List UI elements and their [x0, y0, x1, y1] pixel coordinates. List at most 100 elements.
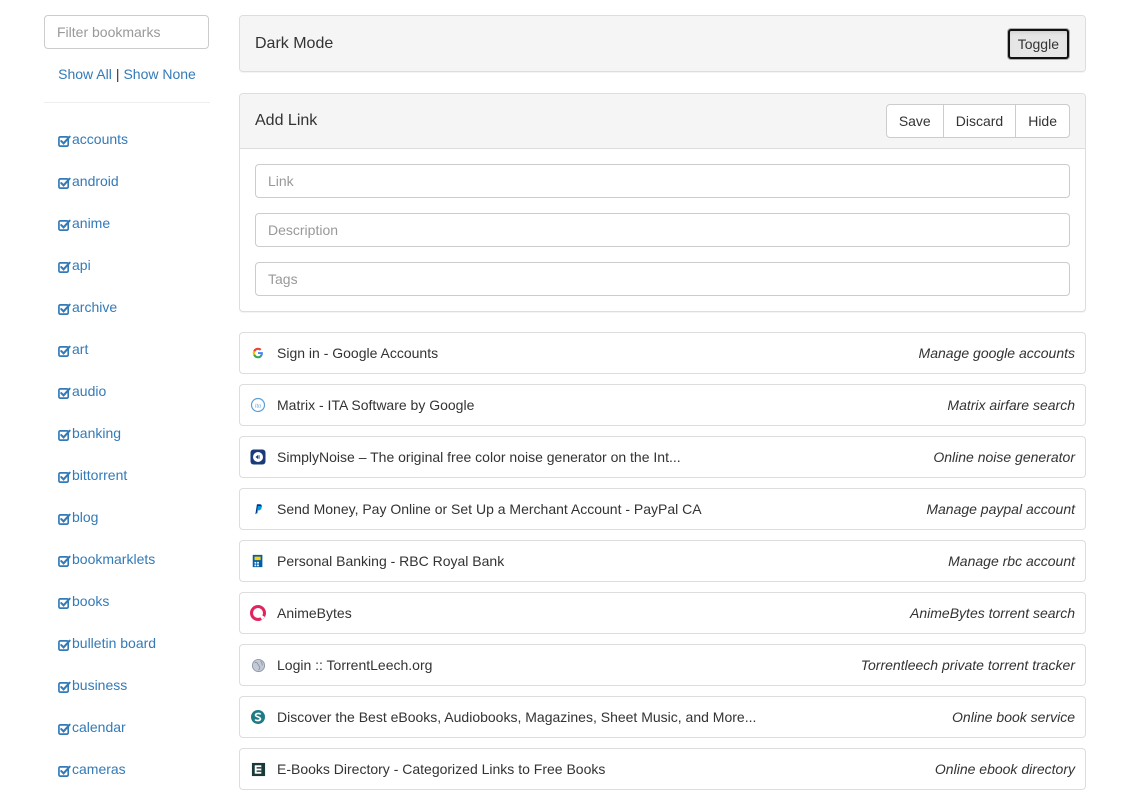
tag-list: accounts android anime api archive art audio ba…: [44, 129, 210, 801]
tag-label: api: [72, 257, 91, 273]
bookmark-item[interactable]: SimplyNoise – The original free color no…: [239, 436, 1086, 478]
add-link-form: [240, 149, 1085, 296]
bookmark-item[interactable]: E-Books Directory - Categorized Links to…: [239, 748, 1086, 790]
filter-bookmarks-input[interactable]: [44, 15, 209, 49]
tag-filter-link[interactable]: accounts: [58, 129, 128, 149]
tag-filter-link[interactable]: bulletin board: [58, 633, 156, 653]
tag-filter-link[interactable]: bookmarklets: [58, 549, 155, 569]
bookmark-description: Manage google accounts: [918, 345, 1075, 361]
bookmark-item[interactable]: Send Money, Pay Online or Set Up a Merch…: [239, 488, 1086, 530]
tag-item: bittorrent: [44, 465, 210, 507]
checked-checkbox-icon: [58, 175, 71, 189]
checked-checkbox-icon: [58, 511, 71, 525]
google-icon: [250, 345, 266, 361]
tag-filter-link[interactable]: archive: [58, 297, 117, 317]
add-link-button-group: Save Discard Hide: [885, 104, 1070, 138]
tag-filter-link[interactable]: api: [58, 255, 91, 275]
tag-label: android: [72, 173, 119, 189]
tag-label: blog: [72, 509, 99, 525]
checked-checkbox-icon: [58, 469, 71, 483]
paypal-icon: [250, 501, 266, 517]
bookmark-description: AnimeBytes torrent search: [910, 605, 1075, 621]
add-link-heading: Add Link Save Discard Hide: [240, 94, 1085, 149]
add-link-title: Add Link: [255, 112, 318, 129]
tag-item: api: [44, 255, 210, 297]
save-button[interactable]: Save: [885, 104, 944, 138]
checked-checkbox-icon: [58, 721, 71, 735]
show-none-link[interactable]: Show None: [123, 66, 195, 82]
tag-label: bulletin board: [72, 635, 157, 651]
sidebar: Show All|Show None accountsandroidanimea…: [44, 15, 210, 801]
bookmark-title-link[interactable]: AnimeBytes: [277, 605, 910, 621]
add-link-panel: Add Link Save Discard Hide: [239, 93, 1086, 312]
bookmark-item[interactable]: Sign in - Google Accounts Manage google a…: [239, 332, 1086, 374]
tag-filter-link[interactable]: art: [58, 339, 88, 359]
bookmark-title-link[interactable]: Discover the Best eBooks, Audiobooks, Ma…: [277, 709, 952, 725]
bookmark-item[interactable]: Discover the Best eBooks, Audiobooks, Ma…: [239, 696, 1086, 738]
checked-checkbox-icon: [58, 259, 71, 273]
tag-filter-link[interactable]: audio: [58, 381, 106, 401]
tag-filter-link[interactable]: anime: [58, 213, 110, 233]
checked-checkbox-icon: [58, 301, 71, 315]
checked-checkbox-icon: [58, 553, 71, 567]
tag-label: cameras: [72, 761, 126, 777]
tag-label: accounts: [72, 131, 129, 147]
dark-mode-heading: Dark Mode Toggle: [240, 16, 1085, 71]
bookmark-item[interactable]: ita Matrix - ITA Software by Google Matrix…: [239, 384, 1086, 426]
tag-item: books: [44, 591, 210, 633]
checked-checkbox-icon: [58, 133, 71, 147]
bookmark-description: Online book service: [952, 709, 1075, 725]
bookmark-description: Torrentleech private torrent tracker: [860, 657, 1075, 673]
bookmark-title-link[interactable]: Sign in - Google Accounts: [277, 345, 919, 361]
bookmark-item[interactable]: Login :: TorrentLeech.org Torrentleech pr…: [239, 644, 1086, 686]
tag-label: archive: [72, 299, 118, 315]
tag-label: books: [72, 593, 110, 609]
link-input[interactable]: [255, 164, 1070, 198]
tag-label: art: [72, 341, 89, 357]
ita-icon: ita: [250, 397, 266, 413]
description-input[interactable]: [255, 213, 1070, 247]
tag-filter-link[interactable]: blog: [58, 507, 98, 527]
bookmark-description: Online ebook directory: [934, 761, 1075, 777]
bookmark-title-link[interactable]: SimplyNoise – The original free color no…: [277, 449, 933, 465]
bookmark-title-link[interactable]: Personal Banking - RBC Royal Bank: [277, 553, 948, 569]
tag-filter-link[interactable]: android: [58, 171, 119, 191]
tags-input[interactable]: [255, 262, 1070, 296]
simplynoise-icon: [250, 449, 266, 465]
tag-item: android: [44, 171, 210, 213]
ebooks-directory-icon: [250, 761, 266, 777]
checked-checkbox-icon: [58, 217, 71, 231]
tag-filter-link[interactable]: bittorrent: [58, 465, 127, 485]
dark-mode-panel: Dark Mode Toggle: [239, 15, 1086, 72]
tag-item: audio: [44, 381, 210, 423]
scribd-icon: [250, 709, 266, 725]
tag-filter-link[interactable]: cameras: [58, 759, 126, 779]
dark-mode-title: Dark Mode: [255, 34, 334, 52]
tag-filter-link[interactable]: calendar: [58, 717, 126, 737]
bookmark-description: Matrix airfare search: [947, 397, 1075, 413]
tag-filter-link[interactable]: business: [58, 675, 127, 695]
show-all-link[interactable]: Show All: [58, 66, 112, 82]
bookmark-description: Online noise generator: [933, 449, 1075, 465]
rbc-icon: [250, 553, 266, 569]
bookmark-title-link[interactable]: E-Books Directory - Categorized Links to…: [277, 761, 935, 777]
checked-checkbox-icon: [58, 763, 71, 777]
tag-label: business: [72, 677, 128, 693]
tag-filter-link[interactable]: banking: [58, 423, 121, 443]
bookmark-title-link[interactable]: Send Money, Pay Online or Set Up a Merch…: [277, 501, 926, 517]
toggle-dark-mode-button[interactable]: Toggle: [1006, 27, 1070, 60]
discard-button[interactable]: Discard: [942, 104, 1017, 138]
bookmark-item[interactable]: Personal Banking - RBC Royal Bank Manage …: [239, 540, 1086, 582]
tag-label: bookmarklets: [72, 551, 156, 567]
bookmark-description: Manage rbc account: [948, 553, 1075, 569]
bookmark-title-link[interactable]: Matrix - ITA Software by Google: [277, 397, 947, 413]
bookmark-title-link[interactable]: Login :: TorrentLeech.org: [277, 657, 861, 673]
tag-filter-link[interactable]: books: [58, 591, 109, 611]
bookmark-item[interactable]: AnimeBytes AnimeBytes torrent search: [239, 592, 1086, 634]
svg-text:ita: ita: [255, 404, 261, 410]
hide-button[interactable]: Hide: [1015, 104, 1070, 138]
tag-item: banking: [44, 423, 210, 465]
bookmark-list: Sign in - Google Accounts Manage google a…: [239, 332, 1086, 790]
tag-item: calendar: [44, 717, 210, 759]
tag-item: bulletin board: [44, 633, 210, 675]
